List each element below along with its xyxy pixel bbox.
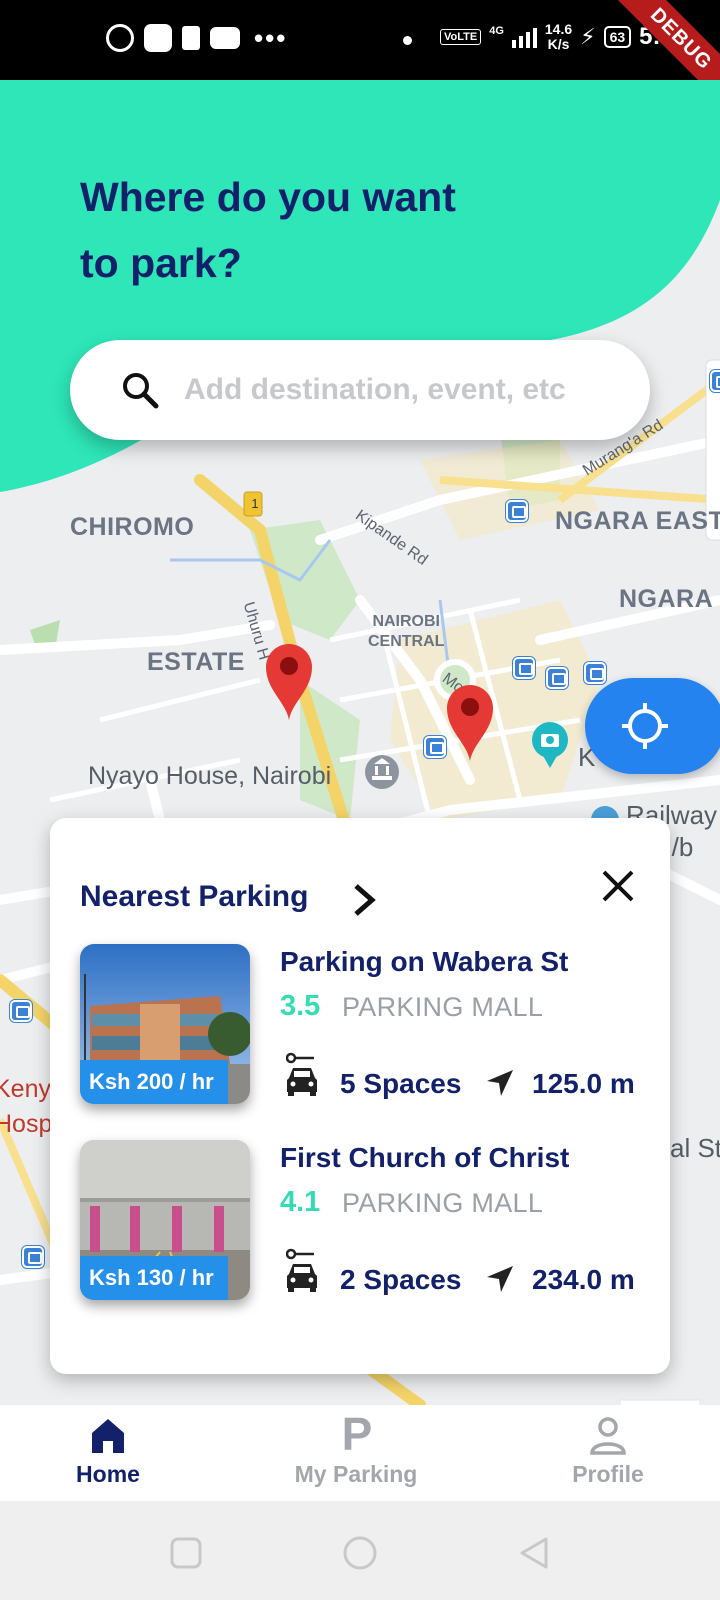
bus-stop-icon [22, 1246, 44, 1268]
bus-stop-icon [546, 667, 568, 689]
system-navigation-bar [0, 1501, 720, 1600]
bus-stop-icon [424, 736, 446, 758]
home-button[interactable] [342, 1535, 378, 1571]
close-icon[interactable] [598, 866, 638, 906]
parking-type: PARKING MALL [342, 992, 544, 1022]
charging-icon: ⚡ [580, 24, 596, 49]
bus-stop-icon [513, 657, 535, 679]
parking-pin-marker[interactable] [445, 681, 495, 763]
nav-tab-my-parking[interactable]: P My Parking [256, 1405, 456, 1501]
nav-tab-home[interactable]: Home [8, 1405, 208, 1501]
network-speed-value: 14.6 [544, 21, 573, 37]
home-icon [92, 1419, 124, 1453]
nav-tab-label: Profile [572, 1461, 644, 1487]
map-label-hospital: Hosp [0, 1110, 53, 1138]
parking-list-item[interactable]: Ksh 130 / hr First Church of Christ 4.1 … [80, 1140, 640, 1300]
parking-distance: 234.0 m [532, 1264, 635, 1295]
map-label-ngara: NGARA [619, 585, 714, 613]
more-notifications-icon: ••• [254, 23, 288, 53]
whatsapp-icon [106, 24, 134, 52]
parking-name: First Church of Christ [280, 1142, 570, 1173]
parking-photo: Ksh 200 / hr [80, 944, 250, 1104]
nav-tab-label: Home [76, 1461, 140, 1487]
bus-stop-icon [584, 662, 606, 684]
parking-photo: Ksh 130 / hr [80, 1140, 250, 1300]
person-icon [590, 1417, 626, 1455]
network-speed-unit: K/s [547, 36, 570, 52]
nav-tab-label: My Parking [294, 1461, 418, 1487]
search-icon [123, 373, 159, 409]
crosshair-icon [622, 703, 668, 749]
map-label-chiromo: CHIROMO [70, 513, 195, 541]
battery-level: 63 [603, 26, 632, 48]
parking-list-item[interactable]: Ksh 200 / hr Parking on Wabera St 3.5 PA… [80, 944, 640, 1104]
parking-name: Parking on Wabera St [280, 946, 569, 977]
dot-icon [403, 36, 412, 45]
my-location-button[interactable] [585, 678, 720, 774]
bottom-navigation: Home P My Parking Profile [0, 1405, 720, 1501]
network-type: 4G [489, 25, 504, 37]
chevron-right-icon[interactable] [350, 878, 380, 922]
map-label-nairobi-central: NAIROBI CENTRAL [368, 613, 445, 650]
map-label-street: al St [670, 1133, 720, 1163]
parking-car-icon [286, 1052, 317, 1096]
parking-distance: 125.0 m [532, 1068, 635, 1099]
signal-icon [511, 26, 537, 48]
page-title: Where do you want to park? [80, 174, 456, 286]
parking-rating: 3.5 [280, 990, 321, 1022]
map-label-nyayo-house: Nyayo House, Nairobi [88, 762, 332, 790]
status-bar: ••• VoLTE 4G 14.6 K/s ⚡ 63 5:44 DEBUG [0, 0, 720, 80]
nav-tab-profile[interactable]: Profile [508, 1405, 708, 1501]
map-label-ngara-east: NGARA EAST [555, 507, 720, 535]
shopping-bag-icon [182, 26, 200, 50]
parking-pin-marker[interactable] [264, 640, 314, 722]
parking-rating: 4.1 [280, 1186, 321, 1218]
parking-type: PARKING MALL [342, 1188, 544, 1218]
price-badge: Ksh 130 / hr [80, 1256, 228, 1300]
parking-spaces: 2 Spaces [340, 1264, 462, 1295]
navigation-arrow-icon [487, 1266, 513, 1292]
card-title: Nearest Parking [80, 880, 309, 913]
app-icon [144, 24, 172, 52]
bus-stop-icon [10, 1000, 32, 1022]
parking-spaces: 5 Spaces [340, 1068, 462, 1099]
parking-car-icon [286, 1248, 317, 1292]
search-input[interactable] [184, 365, 624, 415]
notification-icons: ••• [106, 24, 287, 52]
navigation-arrow-icon [487, 1070, 513, 1096]
map-label-estate: ESTATE [147, 648, 245, 676]
price-badge: Ksh 200 / hr [80, 1060, 228, 1104]
parking-icon: P [341, 1408, 373, 1460]
recents-button[interactable] [168, 1535, 204, 1571]
youtube-icon [210, 27, 240, 49]
network-speed: 14.6 K/s [545, 22, 572, 52]
nearest-parking-card: Nearest Parking Ksh 200 / hr Parking on … [50, 818, 670, 1374]
back-button[interactable] [516, 1535, 552, 1571]
search-bar[interactable] [70, 340, 650, 440]
volte-badge: VoLTE [440, 29, 482, 45]
